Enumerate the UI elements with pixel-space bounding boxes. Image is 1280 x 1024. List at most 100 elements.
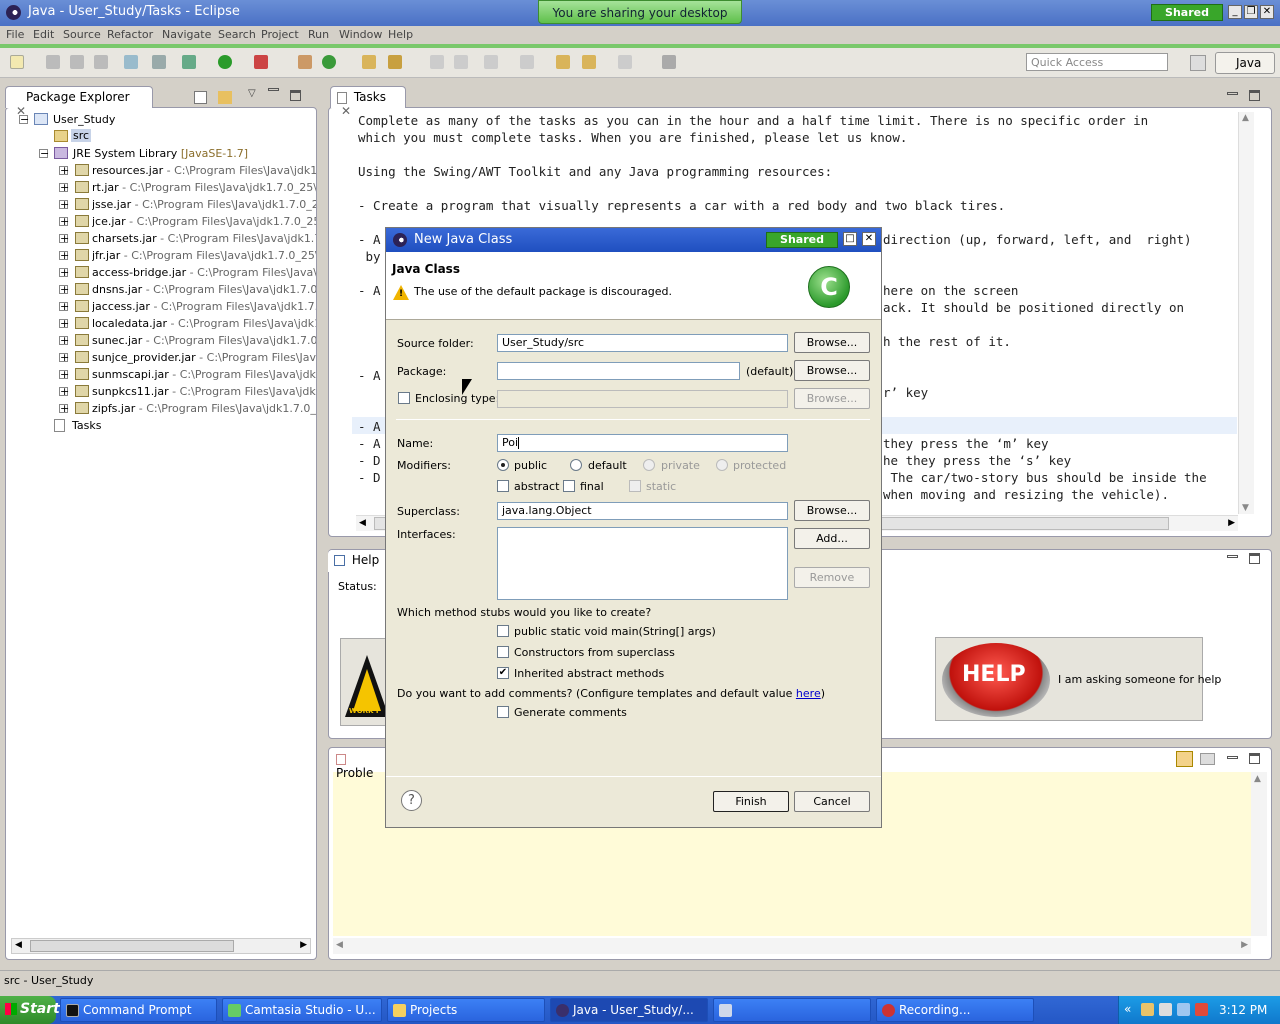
expander[interactable]: + xyxy=(59,165,69,176)
finish-button[interactable]: Finish xyxy=(713,791,789,812)
source-folder-browse-button[interactable]: Browse... xyxy=(794,332,870,353)
jar-item[interactable]: resources.jar - C:\Program Files\Java\jd… xyxy=(92,164,316,177)
cancel-button[interactable]: Cancel xyxy=(794,791,870,812)
new-icon[interactable] xyxy=(10,55,24,69)
jar-item[interactable]: sunec.jar - C:\Program Files\Java\jdk1.7… xyxy=(92,334,316,347)
package-field[interactable] xyxy=(497,362,740,380)
static-checkbox[interactable] xyxy=(629,480,641,492)
toggle-block-icon[interactable] xyxy=(454,55,468,69)
enclosing-type-field[interactable] xyxy=(497,390,788,408)
tab-package-explorer[interactable]: Package Explorer ✕ xyxy=(5,86,153,118)
skip-breakpoints-icon[interactable] xyxy=(152,55,166,69)
menu-refactor[interactable]: Refactor xyxy=(107,28,153,41)
minimize-view-icon[interactable] xyxy=(268,88,279,91)
new-java-class-icon[interactable] xyxy=(322,55,336,69)
open-perspective-icon[interactable] xyxy=(1190,55,1206,71)
maximize-view-icon[interactable] xyxy=(290,90,301,101)
problems-horizontal-scrollbar[interactable]: ◀ ▶ xyxy=(333,938,1251,954)
java-perspective-button[interactable]: Java xyxy=(1215,52,1275,74)
minimize-problems-icon[interactable] xyxy=(1227,756,1238,759)
work-sign-image[interactable]: WORK I xyxy=(340,638,389,726)
next-annotation-icon[interactable] xyxy=(484,55,498,69)
back-icon[interactable] xyxy=(582,55,596,69)
minimize-editor-icon[interactable] xyxy=(1227,92,1238,95)
scroll-up-icon[interactable]: ▲ xyxy=(1242,113,1249,123)
prev-annotation-icon[interactable] xyxy=(520,55,534,69)
expander[interactable]: + xyxy=(59,386,69,397)
menu-search[interactable]: Search xyxy=(218,28,256,41)
forward-icon[interactable] xyxy=(618,55,632,69)
taskbar-command-prompt[interactable]: Command Prompt xyxy=(60,998,217,1022)
jre-library-item[interactable]: JRE System Library [JavaSE-1.7] xyxy=(73,147,248,160)
configure-templates-link[interactable]: here xyxy=(796,687,821,700)
add-interface-button[interactable]: Add... xyxy=(794,528,870,549)
jar-item[interactable]: sunpkcs11.jar - C:\Program Files\Java\jd… xyxy=(92,385,316,398)
taskbar-camtasia[interactable]: Camtasia Studio - U... xyxy=(222,998,382,1022)
horizontal-scrollbar[interactable]: ◀ ▶ xyxy=(11,938,311,954)
open-type-icon[interactable] xyxy=(362,55,376,69)
expander[interactable]: + xyxy=(59,301,69,312)
save-icon[interactable] xyxy=(46,55,60,69)
maximize-problems-icon[interactable] xyxy=(1249,753,1260,764)
public-radio[interactable] xyxy=(497,459,509,471)
tab-tasks[interactable]: Tasks ✕ xyxy=(330,86,406,118)
maximize-editor-icon[interactable] xyxy=(1249,90,1260,101)
tasks-file-item[interactable]: Tasks xyxy=(72,419,101,432)
scroll-left-icon[interactable]: ◀ xyxy=(359,518,366,528)
start-button[interactable]: Start xyxy=(0,996,60,1024)
tray-expand-icon[interactable]: « xyxy=(1124,1002,1131,1016)
package-browse-button[interactable]: Browse... xyxy=(794,360,870,381)
print-icon[interactable] xyxy=(94,55,108,69)
save-all-icon[interactable] xyxy=(70,55,84,69)
jar-item[interactable]: sunmscapi.jar - C:\Program Files\Java\jd… xyxy=(92,368,316,381)
generate-comments-checkbox[interactable] xyxy=(497,706,509,718)
expander[interactable]: + xyxy=(59,250,69,261)
expander[interactable]: + xyxy=(59,199,69,210)
expander[interactable]: + xyxy=(59,233,69,244)
expander[interactable]: + xyxy=(59,216,69,227)
menu-run[interactable]: Run xyxy=(308,28,329,41)
scroll-right-icon[interactable]: ▶ xyxy=(1228,518,1235,528)
minimize-button[interactable]: _ xyxy=(1228,5,1242,19)
dialog-maximize-button[interactable]: □ xyxy=(843,232,857,246)
abstract-checkbox[interactable] xyxy=(497,480,509,492)
source-folder-field[interactable]: User_Study/src xyxy=(497,334,788,352)
menu-source[interactable]: Source xyxy=(63,28,101,41)
last-edit-icon[interactable] xyxy=(556,55,570,69)
collapse-all-icon[interactable] xyxy=(194,91,207,104)
expander[interactable]: + xyxy=(59,403,69,414)
dialog-close-button[interactable]: ✕ xyxy=(862,232,876,246)
scroll-left-icon[interactable]: ◀ xyxy=(15,940,22,950)
tray-app-icon[interactable] xyxy=(1141,1003,1154,1016)
taskbar-eclipse[interactable]: Java - User_Study/... xyxy=(550,998,708,1022)
private-radio[interactable] xyxy=(643,459,655,471)
menu-project[interactable]: Project xyxy=(261,28,299,41)
src-folder-item[interactable]: src xyxy=(71,129,92,142)
scroll-thumb[interactable] xyxy=(30,940,234,952)
expander[interactable]: + xyxy=(59,369,69,380)
jar-item[interactable]: jce.jar - C:\Program Files\Java\jdk1.7.0… xyxy=(92,215,316,228)
debug-icon[interactable] xyxy=(182,55,196,69)
security-icon[interactable] xyxy=(1195,1003,1208,1016)
jar-item[interactable]: charsets.jar - C:\Program Files\Java\jdk… xyxy=(92,232,316,245)
menu-window[interactable]: Window xyxy=(339,28,382,41)
close-button[interactable]: ✕ xyxy=(1260,5,1274,19)
menu-help[interactable]: Help xyxy=(388,28,413,41)
network-icon[interactable] xyxy=(1177,1003,1190,1016)
clock[interactable]: 3:12 PM xyxy=(1219,1003,1267,1017)
scroll-left-icon[interactable]: ◀ xyxy=(336,940,343,950)
main-method-checkbox[interactable] xyxy=(497,625,509,637)
superclass-field[interactable]: java.lang.Object xyxy=(497,502,788,520)
problems-vertical-scrollbar[interactable]: ▲ xyxy=(1251,772,1267,936)
jar-item[interactable]: jaccess.jar - C:\Program Files\Java\jdk1… xyxy=(92,300,316,313)
expander[interactable]: − xyxy=(19,114,29,125)
search-icon[interactable] xyxy=(388,55,402,69)
focus-icon[interactable] xyxy=(1176,751,1193,767)
close-icon[interactable]: ✕ xyxy=(341,104,351,118)
inherited-methods-checkbox[interactable]: ✔ xyxy=(497,667,509,679)
link-editor-icon[interactable] xyxy=(218,91,232,104)
menu-file[interactable]: File xyxy=(6,28,24,41)
quick-access-input[interactable]: Quick Access xyxy=(1026,53,1168,71)
jar-item[interactable]: jfr.jar - C:\Program Files\Java\jdk1.7.0… xyxy=(92,249,316,262)
enclosing-type-checkbox[interactable] xyxy=(398,392,410,404)
